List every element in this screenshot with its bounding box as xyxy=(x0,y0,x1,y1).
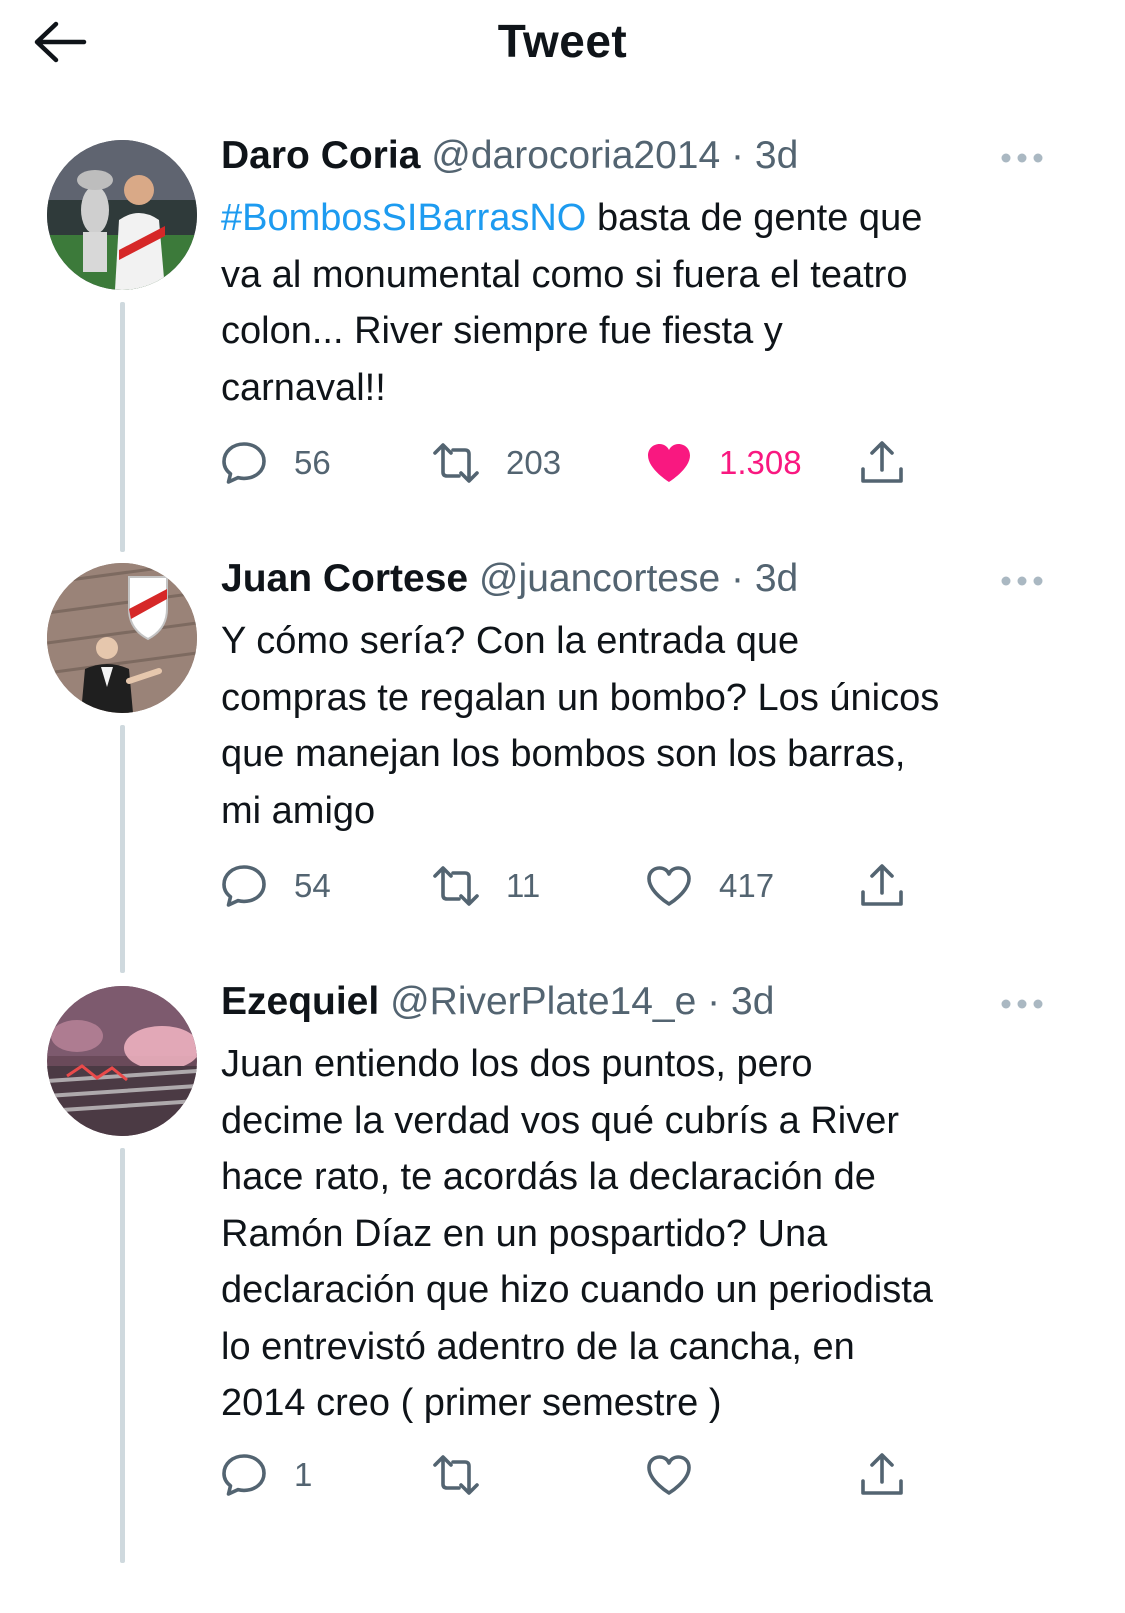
avatar[interactable] xyxy=(47,986,197,1136)
reply-button[interactable]: 1 xyxy=(220,1451,312,1499)
more-options-button[interactable] xyxy=(998,146,1046,170)
tweet-text: #BombosSIBarrasNO basta de gente que va … xyxy=(221,190,1061,416)
author-name[interactable]: Ezequiel xyxy=(221,980,379,1023)
like-count: 1.308 xyxy=(719,444,802,481)
like-button[interactable] xyxy=(645,1451,693,1499)
reply-count: 1 xyxy=(294,1456,313,1493)
retweet-count: 203 xyxy=(506,444,562,481)
share-button[interactable] xyxy=(858,862,906,910)
share-icon xyxy=(861,441,903,483)
heart-icon xyxy=(647,866,691,906)
thread-line xyxy=(120,725,125,973)
hashtag-link[interactable]: #BombosSIBarrasNO xyxy=(221,197,586,239)
separator: · xyxy=(707,980,721,1023)
separator: · xyxy=(731,557,744,600)
heart-filled-icon xyxy=(648,444,690,482)
retweet-count: 11 xyxy=(506,867,541,904)
tweet-line: declaración que hizo cuando un periodist… xyxy=(221,1269,933,1311)
retweet-button[interactable]: 203 xyxy=(432,439,561,487)
reply-count: 54 xyxy=(294,867,331,904)
more-options-button[interactable] xyxy=(998,569,1046,593)
tweet-line: compras te regalan un bombo? Los únicos xyxy=(221,676,940,719)
tweet-header: Ezequiel @RiverPlate14_e · 3d xyxy=(221,980,774,1030)
retweet-button[interactable] xyxy=(432,1451,480,1499)
more-horizontal-icon xyxy=(1001,999,1043,1009)
like-button[interactable]: 417 xyxy=(645,862,774,910)
tweet-header: Juan Cortese @juancortese · 3d xyxy=(221,557,798,607)
tweet-line: 2014 creo ( primer semestre ) xyxy=(221,1382,722,1424)
tweet-line: Juan entiendo los dos puntos, pero xyxy=(221,1043,813,1085)
reply-icon xyxy=(222,1454,266,1496)
reply-icon xyxy=(222,865,266,907)
retweet-icon xyxy=(433,1455,479,1495)
author-name[interactable]: Daro Coria xyxy=(221,134,420,177)
author-handle[interactable]: @RiverPlate14_e xyxy=(390,980,696,1023)
timestamp[interactable]: 3d xyxy=(755,134,798,177)
reply-count: 56 xyxy=(294,444,331,481)
tweet-line: lo entrevistó adentro de la cancha, en xyxy=(221,1325,855,1368)
like-count: 417 xyxy=(719,867,775,904)
tweet-line: hace rato, te acordás la declaración de xyxy=(221,1156,876,1198)
tweet-line: carnaval!! xyxy=(221,366,386,409)
timestamp[interactable]: 3d xyxy=(731,980,774,1023)
tweet-header: Daro Coria @darocoria2014 · 3d xyxy=(221,134,798,184)
share-icon xyxy=(861,1453,903,1495)
reply-icon xyxy=(222,442,266,484)
tweet-line: basta de gente que xyxy=(596,197,923,239)
tweet-line: mi amigo xyxy=(221,789,376,832)
tweet-line: que manejan los bombos son los barras, xyxy=(221,733,906,775)
tweet-line: Ramón Díaz en un pospartido? Una xyxy=(221,1212,828,1255)
tweet-line: decime la verdad vos qué cubrís a River xyxy=(221,1099,899,1142)
thread-line xyxy=(120,1148,125,1563)
author-handle[interactable]: @darocoria2014 xyxy=(431,134,720,177)
avatar[interactable] xyxy=(47,140,197,290)
tweet-line: va al monumental como si fuera el teatro xyxy=(221,253,908,296)
tweet-line: Y cómo sería? Con la entrada que xyxy=(221,620,800,662)
heart-icon xyxy=(647,1455,691,1495)
retweet-icon xyxy=(433,443,479,483)
author-name[interactable]: Juan Cortese xyxy=(221,557,468,600)
author-handle[interactable]: @juancortese xyxy=(479,557,720,600)
tweet-line: colon... River siempre fue fiesta y xyxy=(221,310,783,352)
page-title: Tweet xyxy=(497,15,628,67)
like-button[interactable]: 1.308 xyxy=(645,439,802,487)
share-icon xyxy=(861,864,903,906)
tweet-text: Juan entiendo los dos puntos, pero decim… xyxy=(221,1036,1061,1432)
avatar[interactable] xyxy=(47,563,197,713)
more-horizontal-icon xyxy=(1001,576,1043,586)
share-button[interactable] xyxy=(858,439,906,487)
retweet-button[interactable]: 11 xyxy=(432,862,540,910)
reply-button[interactable]: 54 xyxy=(220,862,331,910)
top-bar: Tweet xyxy=(0,0,1125,90)
timestamp[interactable]: 3d xyxy=(755,557,798,600)
more-options-button[interactable] xyxy=(998,992,1046,1016)
more-horizontal-icon xyxy=(1001,153,1043,163)
reply-button[interactable]: 56 xyxy=(220,439,331,487)
share-button[interactable] xyxy=(858,1451,906,1499)
retweet-icon xyxy=(433,866,479,906)
tweet-text: Y cómo sería? Con la entrada que compras… xyxy=(221,613,1061,839)
separator: · xyxy=(731,134,745,177)
thread-line xyxy=(120,302,125,552)
